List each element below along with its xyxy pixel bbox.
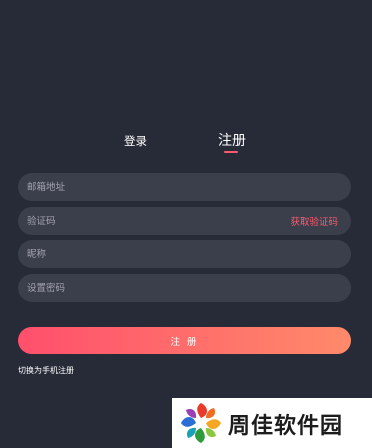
switch-to-phone-link[interactable]: 切换为手机注册 [18, 365, 74, 376]
nickname-input[interactable] [18, 240, 351, 268]
tab-login[interactable]: 登录 [124, 133, 147, 149]
nickname-field [18, 240, 351, 268]
email-field [18, 173, 351, 201]
verification-code-field: 获取验证码 [18, 207, 351, 235]
tab-register[interactable]: 注册 [218, 130, 246, 150]
get-code-button[interactable]: 获取验证码 [290, 214, 338, 228]
watermark-text: 周佳软件园 [228, 414, 344, 439]
password-input[interactable] [18, 274, 351, 302]
register-button[interactable]: 注 册 [18, 327, 351, 354]
email-input[interactable] [18, 173, 351, 201]
auth-tabs: 登录 注册 [0, 130, 372, 160]
password-field [18, 274, 351, 302]
pinwheel-logo-icon [181, 403, 221, 443]
watermark: 周佳软件园 [172, 398, 372, 448]
active-tab-indicator [224, 151, 238, 153]
